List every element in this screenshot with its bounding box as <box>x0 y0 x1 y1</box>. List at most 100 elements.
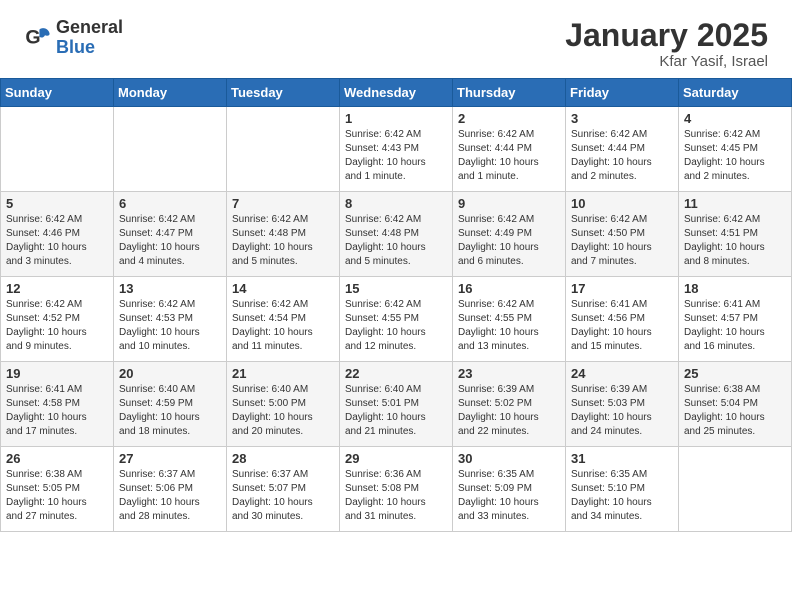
day-info: Sunrise: 6:42 AM Sunset: 4:44 PM Dayligh… <box>571 128 673 184</box>
day-number: 19 <box>6 366 108 381</box>
logo: G General Blue <box>24 18 123 58</box>
day-number: 25 <box>684 366 786 381</box>
calendar-cell: 16 Sunrise: 6:42 AM Sunset: 4:55 PM Dayli… <box>453 277 566 362</box>
month-title: January 2025 <box>565 18 768 53</box>
calendar-cell: 1 Sunrise: 6:42 AM Sunset: 4:43 PM Daylig… <box>340 107 453 192</box>
day-info: Sunrise: 6:37 AM Sunset: 5:07 PM Dayligh… <box>232 468 334 524</box>
day-number: 20 <box>119 366 221 381</box>
day-info: Sunrise: 6:42 AM Sunset: 4:54 PM Dayligh… <box>232 298 334 354</box>
day-info: Sunrise: 6:42 AM Sunset: 4:48 PM Dayligh… <box>232 213 334 269</box>
title-area: January 2025 Kfar Yasif, Israel <box>565 18 768 70</box>
calendar-cell: 6 Sunrise: 6:42 AM Sunset: 4:47 PM Daylig… <box>114 192 227 277</box>
day-info: Sunrise: 6:41 AM Sunset: 4:57 PM Dayligh… <box>684 298 786 354</box>
day-info: Sunrise: 6:35 AM Sunset: 5:09 PM Dayligh… <box>458 468 560 524</box>
day-number: 8 <box>345 196 447 211</box>
day-info: Sunrise: 6:42 AM Sunset: 4:44 PM Dayligh… <box>458 128 560 184</box>
day-number: 27 <box>119 451 221 466</box>
calendar-cell: 13 Sunrise: 6:42 AM Sunset: 4:53 PM Dayli… <box>114 277 227 362</box>
day-info: Sunrise: 6:42 AM Sunset: 4:45 PM Dayligh… <box>684 128 786 184</box>
calendar-cell: 31Sunrise: 6:35 AM Sunset: 5:10 PM Dayli… <box>566 447 679 532</box>
day-number: 14 <box>232 281 334 296</box>
day-number: 15 <box>345 281 447 296</box>
calendar-cell: 28 Sunrise: 6:37 AM Sunset: 5:07 PM Dayli… <box>227 447 340 532</box>
day-number: 12 <box>6 281 108 296</box>
day-info: Sunrise: 6:42 AM Sunset: 4:52 PM Dayligh… <box>6 298 108 354</box>
day-number: 16 <box>458 281 560 296</box>
weekday-header-thursday: Thursday <box>453 79 566 107</box>
calendar-cell: 12 Sunrise: 6:42 AM Sunset: 4:52 PM Dayli… <box>1 277 114 362</box>
weekday-header-tuesday: Tuesday <box>227 79 340 107</box>
day-number: 26 <box>6 451 108 466</box>
calendar-cell: 7 Sunrise: 6:42 AM Sunset: 4:48 PM Daylig… <box>227 192 340 277</box>
day-info: Sunrise: 6:38 AM Sunset: 5:05 PM Dayligh… <box>6 468 108 524</box>
day-number: 6 <box>119 196 221 211</box>
calendar-cell <box>227 107 340 192</box>
week-row-5: 26 Sunrise: 6:38 AM Sunset: 5:05 PM Dayli… <box>1 447 792 532</box>
calendar-cell: 24 Sunrise: 6:39 AM Sunset: 5:03 PM Dayli… <box>566 362 679 447</box>
day-number: 22 <box>345 366 447 381</box>
day-info: Sunrise: 6:42 AM Sunset: 4:47 PM Dayligh… <box>119 213 221 269</box>
calendar-cell: 8Sunrise: 6:42 AM Sunset: 4:48 PM Daylig… <box>340 192 453 277</box>
day-number: 7 <box>232 196 334 211</box>
calendar-cell: 14 Sunrise: 6:42 AM Sunset: 4:54 PM Dayli… <box>227 277 340 362</box>
calendar-cell: 29Sunrise: 6:36 AM Sunset: 5:08 PM Dayli… <box>340 447 453 532</box>
calendar-cell <box>114 107 227 192</box>
day-info: Sunrise: 6:42 AM Sunset: 4:51 PM Dayligh… <box>684 213 786 269</box>
calendar-cell: 9 Sunrise: 6:42 AM Sunset: 4:49 PM Daylig… <box>453 192 566 277</box>
day-info: Sunrise: 6:39 AM Sunset: 5:03 PM Dayligh… <box>571 383 673 439</box>
day-number: 17 <box>571 281 673 296</box>
day-number: 29 <box>345 451 447 466</box>
calendar-cell: 21Sunrise: 6:40 AM Sunset: 5:00 PM Dayli… <box>227 362 340 447</box>
day-info: Sunrise: 6:38 AM Sunset: 5:04 PM Dayligh… <box>684 383 786 439</box>
weekday-header-saturday: Saturday <box>679 79 792 107</box>
day-number: 13 <box>119 281 221 296</box>
calendar-cell: 20 Sunrise: 6:40 AM Sunset: 4:59 PM Dayli… <box>114 362 227 447</box>
logo-blue: Blue <box>56 38 123 58</box>
weekday-header-sunday: Sunday <box>1 79 114 107</box>
calendar-cell: 25 Sunrise: 6:38 AM Sunset: 5:04 PM Dayli… <box>679 362 792 447</box>
calendar-cell <box>1 107 114 192</box>
day-info: Sunrise: 6:42 AM Sunset: 4:50 PM Dayligh… <box>571 213 673 269</box>
day-info: Sunrise: 6:40 AM Sunset: 5:01 PM Dayligh… <box>345 383 447 439</box>
day-number: 9 <box>458 196 560 211</box>
calendar-cell: 3Sunrise: 6:42 AM Sunset: 4:44 PM Daylig… <box>566 107 679 192</box>
calendar-cell: 18Sunrise: 6:41 AM Sunset: 4:57 PM Dayli… <box>679 277 792 362</box>
day-info: Sunrise: 6:42 AM Sunset: 4:49 PM Dayligh… <box>458 213 560 269</box>
logo-icon: G <box>24 24 52 52</box>
calendar-cell: 11Sunrise: 6:42 AM Sunset: 4:51 PM Dayli… <box>679 192 792 277</box>
svg-text:G: G <box>25 26 40 48</box>
day-number: 4 <box>684 111 786 126</box>
calendar-cell: 30 Sunrise: 6:35 AM Sunset: 5:09 PM Dayli… <box>453 447 566 532</box>
day-info: Sunrise: 6:42 AM Sunset: 4:46 PM Dayligh… <box>6 213 108 269</box>
calendar-cell: 27 Sunrise: 6:37 AM Sunset: 5:06 PM Dayli… <box>114 447 227 532</box>
day-info: Sunrise: 6:42 AM Sunset: 4:53 PM Dayligh… <box>119 298 221 354</box>
day-number: 31 <box>571 451 673 466</box>
day-number: 21 <box>232 366 334 381</box>
day-number: 30 <box>458 451 560 466</box>
calendar-cell: 2 Sunrise: 6:42 AM Sunset: 4:44 PM Daylig… <box>453 107 566 192</box>
day-info: Sunrise: 6:37 AM Sunset: 5:06 PM Dayligh… <box>119 468 221 524</box>
calendar-cell: 15 Sunrise: 6:42 AM Sunset: 4:55 PM Dayli… <box>340 277 453 362</box>
calendar-cell <box>679 447 792 532</box>
calendar-cell: 26 Sunrise: 6:38 AM Sunset: 5:05 PM Dayli… <box>1 447 114 532</box>
weekday-header-row: SundayMondayTuesdayWednesdayThursdayFrid… <box>1 79 792 107</box>
day-number: 1 <box>345 111 447 126</box>
location: Kfar Yasif, Israel <box>565 53 768 70</box>
calendar-cell: 4 Sunrise: 6:42 AM Sunset: 4:45 PM Daylig… <box>679 107 792 192</box>
week-row-2: 5Sunrise: 6:42 AM Sunset: 4:46 PM Daylig… <box>1 192 792 277</box>
day-number: 10 <box>571 196 673 211</box>
day-number: 2 <box>458 111 560 126</box>
day-info: Sunrise: 6:40 AM Sunset: 4:59 PM Dayligh… <box>119 383 221 439</box>
week-row-4: 19Sunrise: 6:41 AM Sunset: 4:58 PM Dayli… <box>1 362 792 447</box>
day-info: Sunrise: 6:42 AM Sunset: 4:55 PM Dayligh… <box>458 298 560 354</box>
day-info: Sunrise: 6:39 AM Sunset: 5:02 PM Dayligh… <box>458 383 560 439</box>
day-info: Sunrise: 6:42 AM Sunset: 4:55 PM Dayligh… <box>345 298 447 354</box>
day-number: 24 <box>571 366 673 381</box>
calendar-cell: 23Sunrise: 6:39 AM Sunset: 5:02 PM Dayli… <box>453 362 566 447</box>
week-row-3: 12 Sunrise: 6:42 AM Sunset: 4:52 PM Dayli… <box>1 277 792 362</box>
day-info: Sunrise: 6:42 AM Sunset: 4:43 PM Dayligh… <box>345 128 447 184</box>
calendar-cell: 5Sunrise: 6:42 AM Sunset: 4:46 PM Daylig… <box>1 192 114 277</box>
day-number: 28 <box>232 451 334 466</box>
calendar-cell: 10 Sunrise: 6:42 AM Sunset: 4:50 PM Dayli… <box>566 192 679 277</box>
calendar: SundayMondayTuesdayWednesdayThursdayFrid… <box>0 78 792 532</box>
